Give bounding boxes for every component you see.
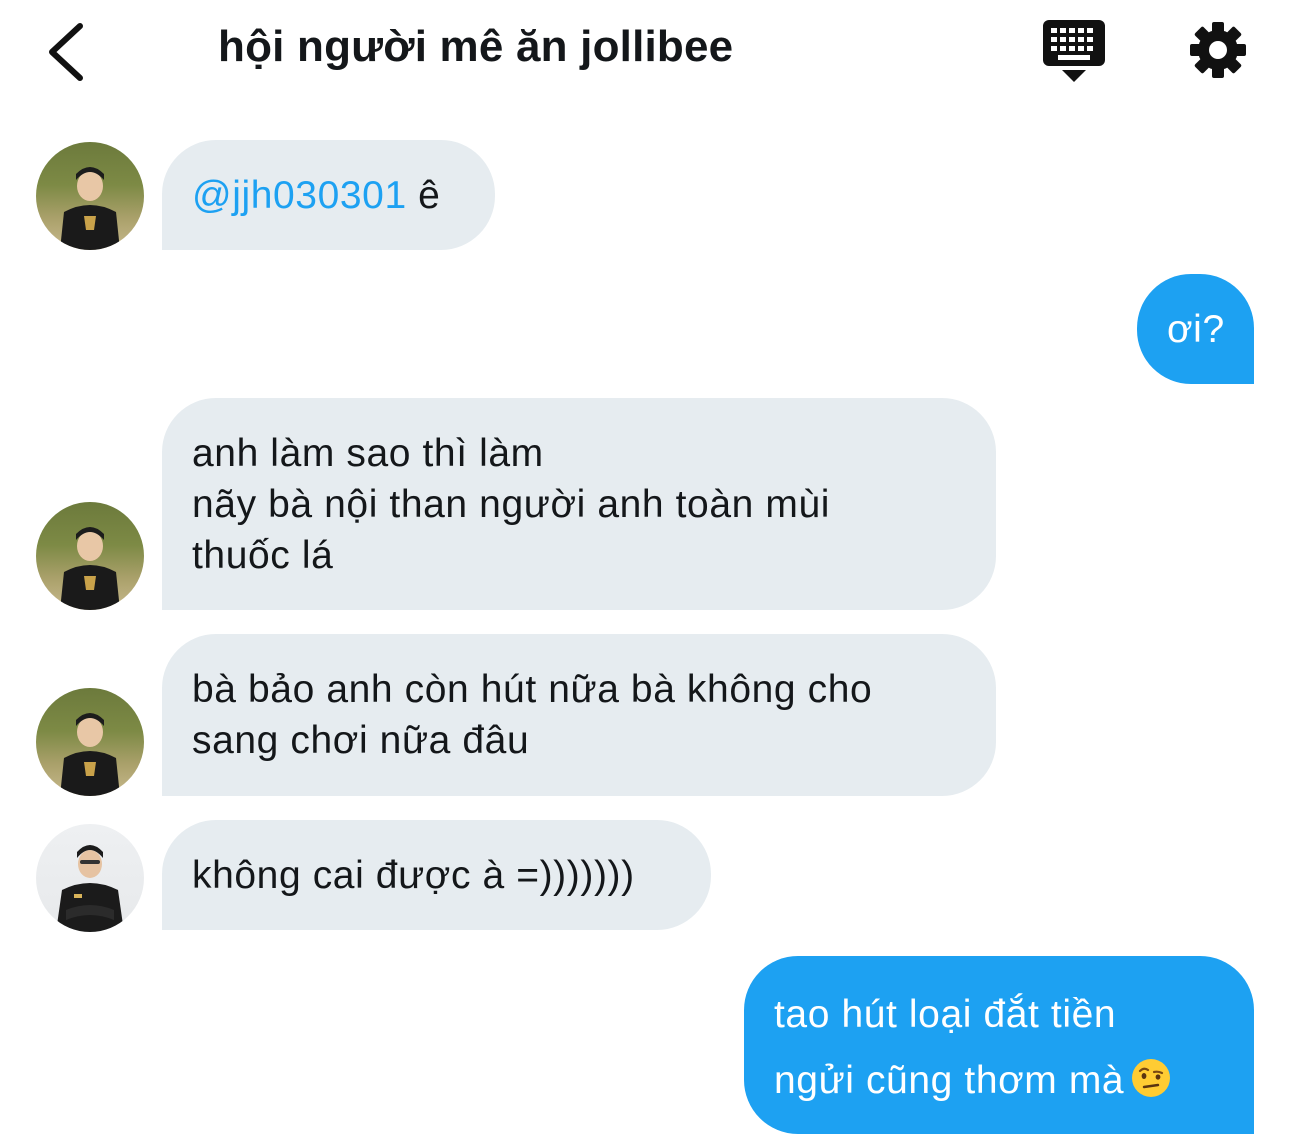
keyboard-toggle-button[interactable] — [1040, 18, 1110, 84]
user-mention-link[interactable]: @jjh030301 — [192, 174, 407, 217]
message-text-line: anh làm sao thì làm — [192, 431, 544, 475]
conversation-title[interactable]: hội người mê ăn jollibee — [218, 22, 733, 72]
message-text: không cai được à =))))))) — [192, 853, 635, 897]
back-button[interactable] — [40, 18, 100, 82]
message-text: ê — [406, 173, 441, 217]
message-text-line: nãy bà nội than người anh toàn mùi — [192, 482, 831, 526]
message-text: ơi? — [1167, 307, 1225, 351]
message-bubble-incoming[interactable]: bà bảo anh còn hút nữa bà không cho sang… — [162, 634, 996, 796]
sender-avatar[interactable] — [36, 502, 144, 610]
avatar-photo — [60, 167, 120, 250]
sender-avatar[interactable] — [36, 688, 144, 796]
message-bubble-outgoing[interactable]: tao hút loại đắt tiền ngửi cũng thơm mà — [744, 956, 1254, 1134]
chevron-left-icon — [49, 23, 83, 81]
avatar-photo — [60, 527, 120, 610]
avatar-photo — [56, 845, 124, 932]
message-text-line: bà bảo anh còn hút nữa bà không cho — [192, 668, 873, 711]
sender-avatar[interactable] — [36, 142, 144, 250]
dm-conversation-screen: hội người mê ăn jollibee @jjh030301 ê ơi… — [0, 0, 1290, 1134]
settings-button[interactable] — [1186, 20, 1250, 80]
message-bubble-incoming[interactable]: anh làm sao thì làm nãy bà nội than ngườ… — [162, 398, 996, 610]
conversation-header: hội người mê ăn jollibee — [0, 0, 1290, 100]
message-text-line: sang chơi nữa đâu — [192, 719, 530, 762]
message-text-line: tao hút loại đắt tiền — [774, 993, 1117, 1036]
message-text-line: ngửi cũng thơm mà — [774, 1059, 1125, 1102]
avatar-photo — [60, 713, 120, 796]
message-bubble-outgoing[interactable]: ơi? — [1137, 274, 1254, 384]
sender-avatar[interactable] — [36, 824, 144, 932]
message-bubble-incoming[interactable]: @jjh030301 ê — [162, 140, 495, 250]
message-bubble-incoming[interactable]: không cai được à =))))))) — [162, 820, 711, 930]
keyboard-icon — [1043, 20, 1105, 82]
message-text-line: thuốc lá — [192, 533, 334, 577]
gear-icon — [1190, 22, 1246, 78]
raised-eyebrow-emoji-icon — [1132, 1059, 1171, 1097]
